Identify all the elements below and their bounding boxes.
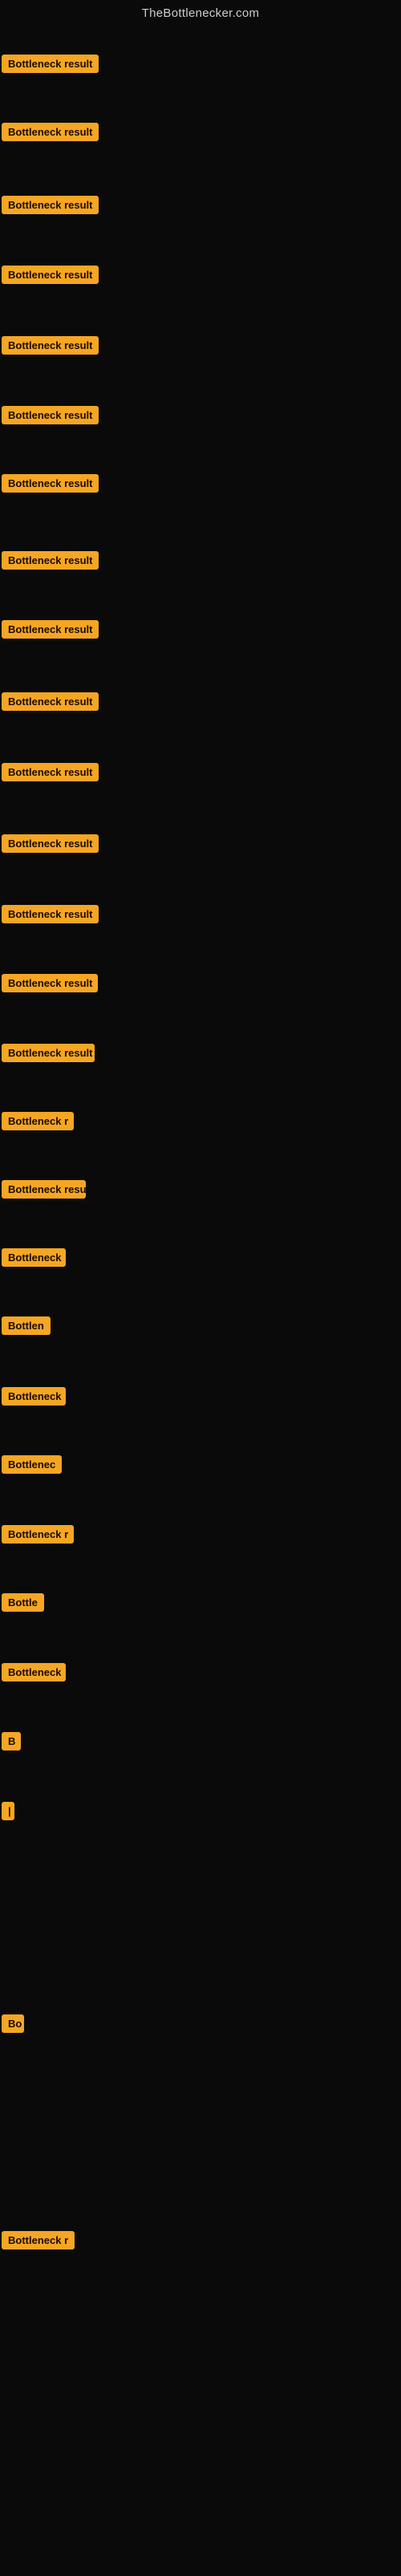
- bottleneck-result-item: Bottlen: [2, 1316, 51, 1339]
- bottleneck-badge: Bottleneck result: [2, 763, 99, 781]
- bottleneck-result-item: Bottleneck result: [2, 266, 99, 288]
- bottleneck-badge: Bottlen: [2, 1316, 51, 1335]
- bottleneck-result-item: Bo: [2, 2014, 24, 2037]
- bottleneck-result-item: B: [2, 1732, 21, 1755]
- bottleneck-result-item: Bottleneck result: [2, 1044, 95, 1066]
- bottleneck-badge: |: [2, 1802, 14, 1820]
- bottleneck-result-item: Bottleneck result: [2, 620, 99, 643]
- bottleneck-result-item: Bottleneck r: [2, 2231, 75, 2253]
- bottleneck-result-item: Bottlenec: [2, 1455, 62, 1478]
- bottleneck-result-item: Bottleneck result: [2, 974, 98, 996]
- bottleneck-badge: Bottleneck r: [2, 1525, 74, 1544]
- bottleneck-badge: Bottleneck r: [2, 1112, 74, 1130]
- bottleneck-badge: Bottleneck result: [2, 692, 99, 711]
- bottleneck-badge: Bottleneck result: [2, 123, 99, 141]
- bottleneck-badge: Bottleneck result: [2, 551, 99, 570]
- bottleneck-result-item: Bottleneck result: [2, 905, 99, 927]
- bottleneck-result-item: Bottleneck result: [2, 55, 99, 77]
- bottleneck-result-item: Bottleneck result: [2, 196, 99, 218]
- bottleneck-result-item: Bottleneck: [2, 1387, 66, 1410]
- bottleneck-badge: Bottleneck: [2, 1248, 66, 1267]
- bottleneck-badge: Bottlenec: [2, 1455, 62, 1474]
- bottleneck-result-item: Bottleneck r: [2, 1112, 74, 1134]
- bottleneck-badge: Bottleneck result: [2, 474, 99, 493]
- bottleneck-badge: Bottleneck: [2, 1663, 66, 1681]
- bottleneck-badge: Bottleneck result: [2, 1044, 95, 1062]
- bottleneck-badge: Bottleneck result: [2, 406, 99, 424]
- bottleneck-badge: Bottleneck result: [2, 55, 99, 73]
- bottleneck-result-item: Bottleneck: [2, 1248, 66, 1271]
- bottleneck-badge: Bottleneck r: [2, 2231, 75, 2249]
- bottleneck-badge: Bottleneck result: [2, 336, 99, 355]
- bottleneck-result-item: Bottleneck result: [2, 406, 99, 428]
- bottleneck-result-item: Bottleneck result: [2, 834, 99, 857]
- bottleneck-badge: Bo: [2, 2014, 24, 2033]
- bottleneck-badge: Bottleneck result: [2, 834, 99, 853]
- bottleneck-badge: Bottleneck result: [2, 905, 99, 923]
- bottleneck-badge: Bottleneck result: [2, 196, 99, 214]
- bottleneck-badge: Bottleneck result: [2, 620, 99, 639]
- bottleneck-result-item: |: [2, 1802, 14, 1824]
- site-title: TheBottlenecker.com: [0, 0, 401, 25]
- bottleneck-result-item: Bottleneck result: [2, 123, 99, 145]
- bottleneck-badge: B: [2, 1732, 21, 1750]
- bottleneck-result-item: Bottleneck result: [2, 336, 99, 359]
- bottleneck-badge: Bottleneck: [2, 1387, 66, 1406]
- bottleneck-badge: Bottle: [2, 1593, 44, 1612]
- bottleneck-result-item: Bottle: [2, 1593, 44, 1616]
- bottleneck-result-item: Bottleneck: [2, 1663, 66, 1686]
- bottleneck-badge: Bottleneck result: [2, 266, 99, 284]
- bottleneck-result-item: Bottleneck result: [2, 551, 99, 574]
- bottleneck-result-item: Bottleneck r: [2, 1525, 74, 1548]
- bottleneck-badge: Bottleneck resu: [2, 1180, 86, 1199]
- bottleneck-result-item: Bottleneck result: [2, 763, 99, 785]
- bottleneck-result-item: Bottleneck result: [2, 474, 99, 497]
- bottleneck-result-item: Bottleneck result: [2, 692, 99, 715]
- bottleneck-result-item: Bottleneck resu: [2, 1180, 86, 1203]
- bottleneck-badge: Bottleneck result: [2, 974, 98, 992]
